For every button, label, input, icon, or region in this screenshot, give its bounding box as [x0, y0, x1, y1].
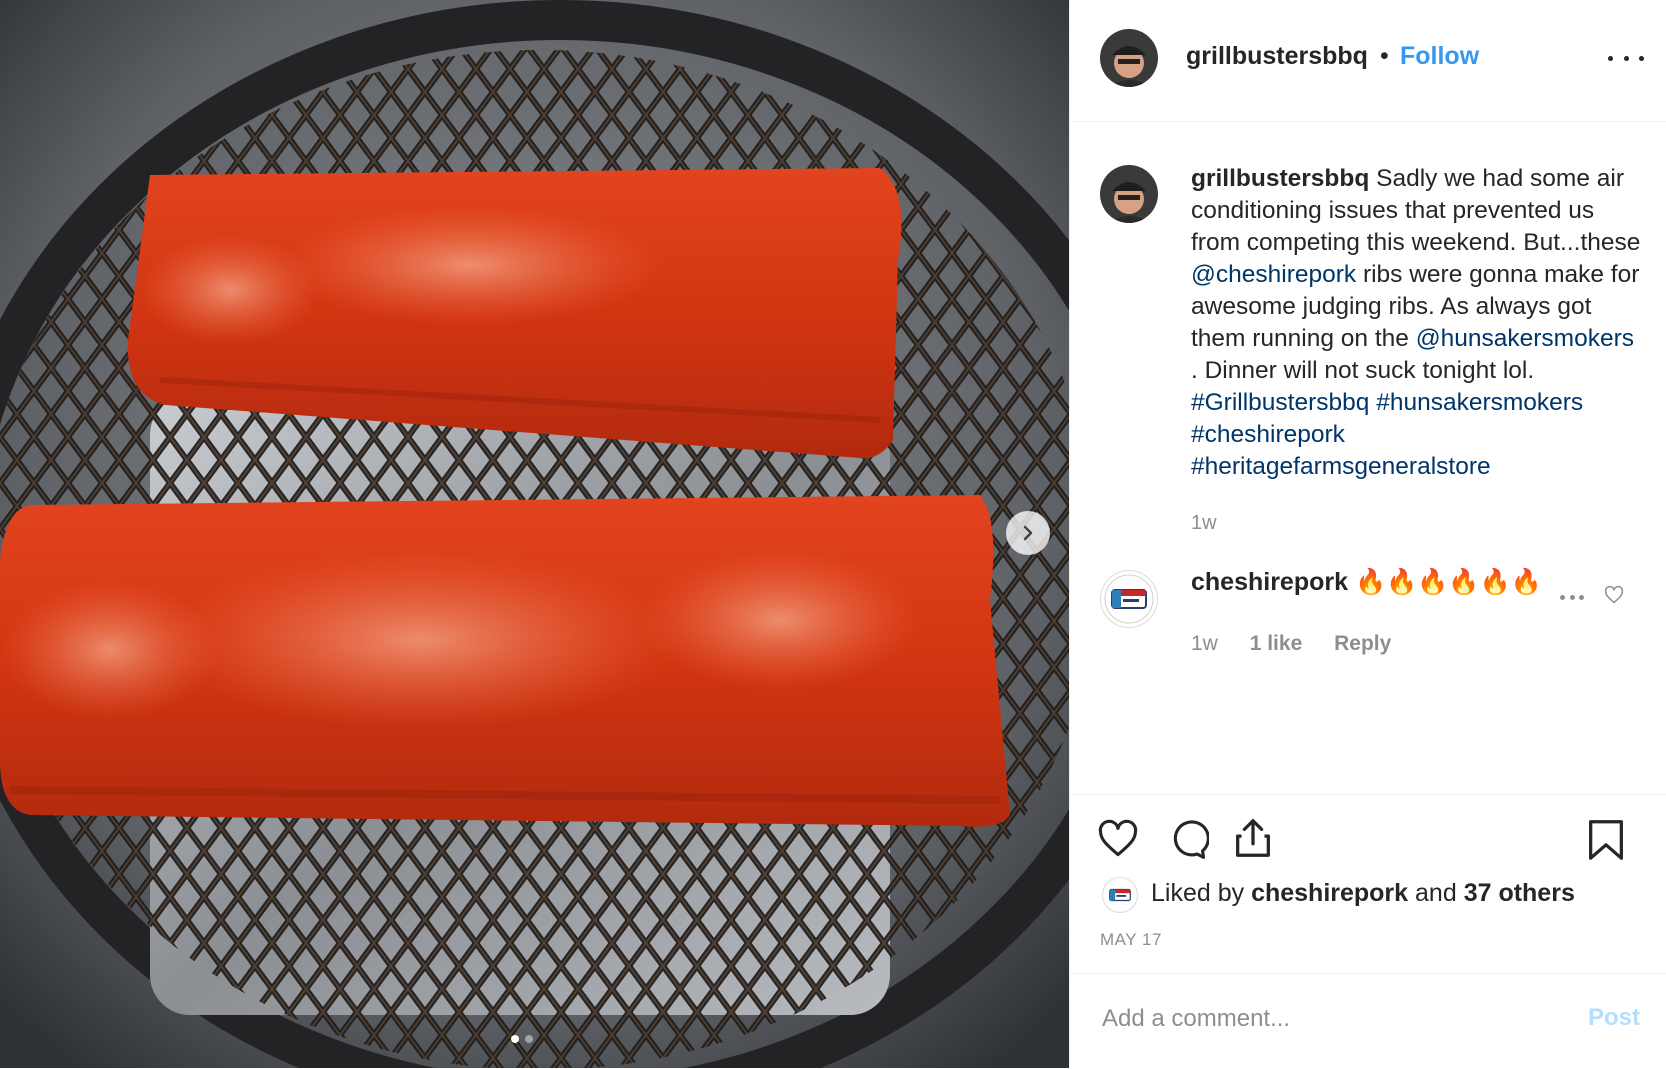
- add-comment-bar: Post: [1070, 973, 1666, 1069]
- post-header: grillbustersbbq • Follow: [1070, 0, 1666, 122]
- comment-meta: 1w 1 like Reply: [1191, 632, 1417, 656]
- post-date[interactable]: MAY 17: [1100, 930, 1162, 950]
- more-horizontal-icon: [1560, 595, 1565, 600]
- mention-hunsakersmokers[interactable]: @hunsakersmokers: [1416, 325, 1634, 352]
- share-upload-icon[interactable]: [1230, 815, 1276, 861]
- next-photo-button[interactable]: [1006, 511, 1050, 555]
- comment-line: cheshirepork 🔥🔥🔥🔥🔥🔥: [1191, 568, 1542, 597]
- follow-button[interactable]: Follow: [1400, 42, 1479, 71]
- post-actions: [1070, 794, 1666, 860]
- comment-heart-icon[interactable]: [1604, 585, 1624, 605]
- comment-timestamp[interactable]: 1w: [1191, 632, 1218, 655]
- liker-avatar[interactable]: [1102, 877, 1138, 913]
- bookmark-icon[interactable]: [1583, 817, 1629, 863]
- separator-dot: •: [1380, 42, 1389, 70]
- hashtag-heritagefarmsgeneralstore[interactable]: #heritagefarmsgeneralstore: [1191, 453, 1491, 480]
- mention-cheshirepork[interactable]: @cheshirepork: [1191, 261, 1356, 288]
- hashtag-grillbustersbbq[interactable]: #Grillbustersbbq: [1191, 389, 1369, 416]
- reply-button[interactable]: Reply: [1334, 632, 1391, 655]
- post-comment-button[interactable]: Post: [1588, 1004, 1640, 1032]
- caption-text: . Dinner will not suck tonight lol.: [1191, 357, 1535, 384]
- add-comment-input[interactable]: [1100, 1004, 1534, 1034]
- caption-author-avatar[interactable]: [1100, 165, 1158, 223]
- comment-likes-count[interactable]: 1 like: [1250, 632, 1303, 655]
- caption-username[interactable]: grillbustersbbq: [1191, 165, 1369, 192]
- comment-text: 🔥🔥🔥🔥🔥🔥: [1354, 568, 1542, 596]
- likes-user[interactable]: cheshirepork: [1251, 879, 1408, 907]
- hashtag-cheshirepork[interactable]: #cheshirepork: [1191, 421, 1345, 448]
- likes-middle: and: [1408, 879, 1464, 907]
- carousel-indicator: [511, 1035, 533, 1043]
- ribs-photo-illustration: [0, 0, 1069, 1068]
- hashtag-hunsakersmokers[interactable]: #hunsakersmokers: [1376, 389, 1583, 416]
- likes-others[interactable]: 37 others: [1464, 879, 1575, 907]
- like-heart-icon[interactable]: [1096, 817, 1140, 861]
- chevron-right-icon: [1023, 525, 1033, 541]
- author-username[interactable]: grillbustersbbq: [1186, 42, 1368, 71]
- likes-prefix: Liked by: [1151, 879, 1252, 907]
- carousel-dot-1: [511, 1035, 519, 1043]
- more-horizontal-icon: [1608, 55, 1613, 61]
- author-avatar[interactable]: [1100, 29, 1158, 87]
- comment-options-button[interactable]: [1560, 595, 1584, 601]
- carousel-dot-2: [525, 1035, 533, 1043]
- post-options-button[interactable]: [1608, 48, 1644, 68]
- caption-timestamp[interactable]: 1w: [1191, 512, 1217, 535]
- comment-username[interactable]: cheshirepork: [1191, 568, 1348, 596]
- comment-bubble-icon[interactable]: [1165, 817, 1209, 861]
- likes-summary: Liked by cheshirepork and 37 others: [1151, 879, 1575, 908]
- post-caption: grillbustersbbq Sadly we had some air co…: [1191, 163, 1646, 483]
- post-side-panel: grillbustersbbq • Follow grillbustersbbq…: [1069, 0, 1666, 1068]
- post-photo[interactable]: [0, 0, 1069, 1068]
- commenter-avatar[interactable]: [1100, 570, 1158, 628]
